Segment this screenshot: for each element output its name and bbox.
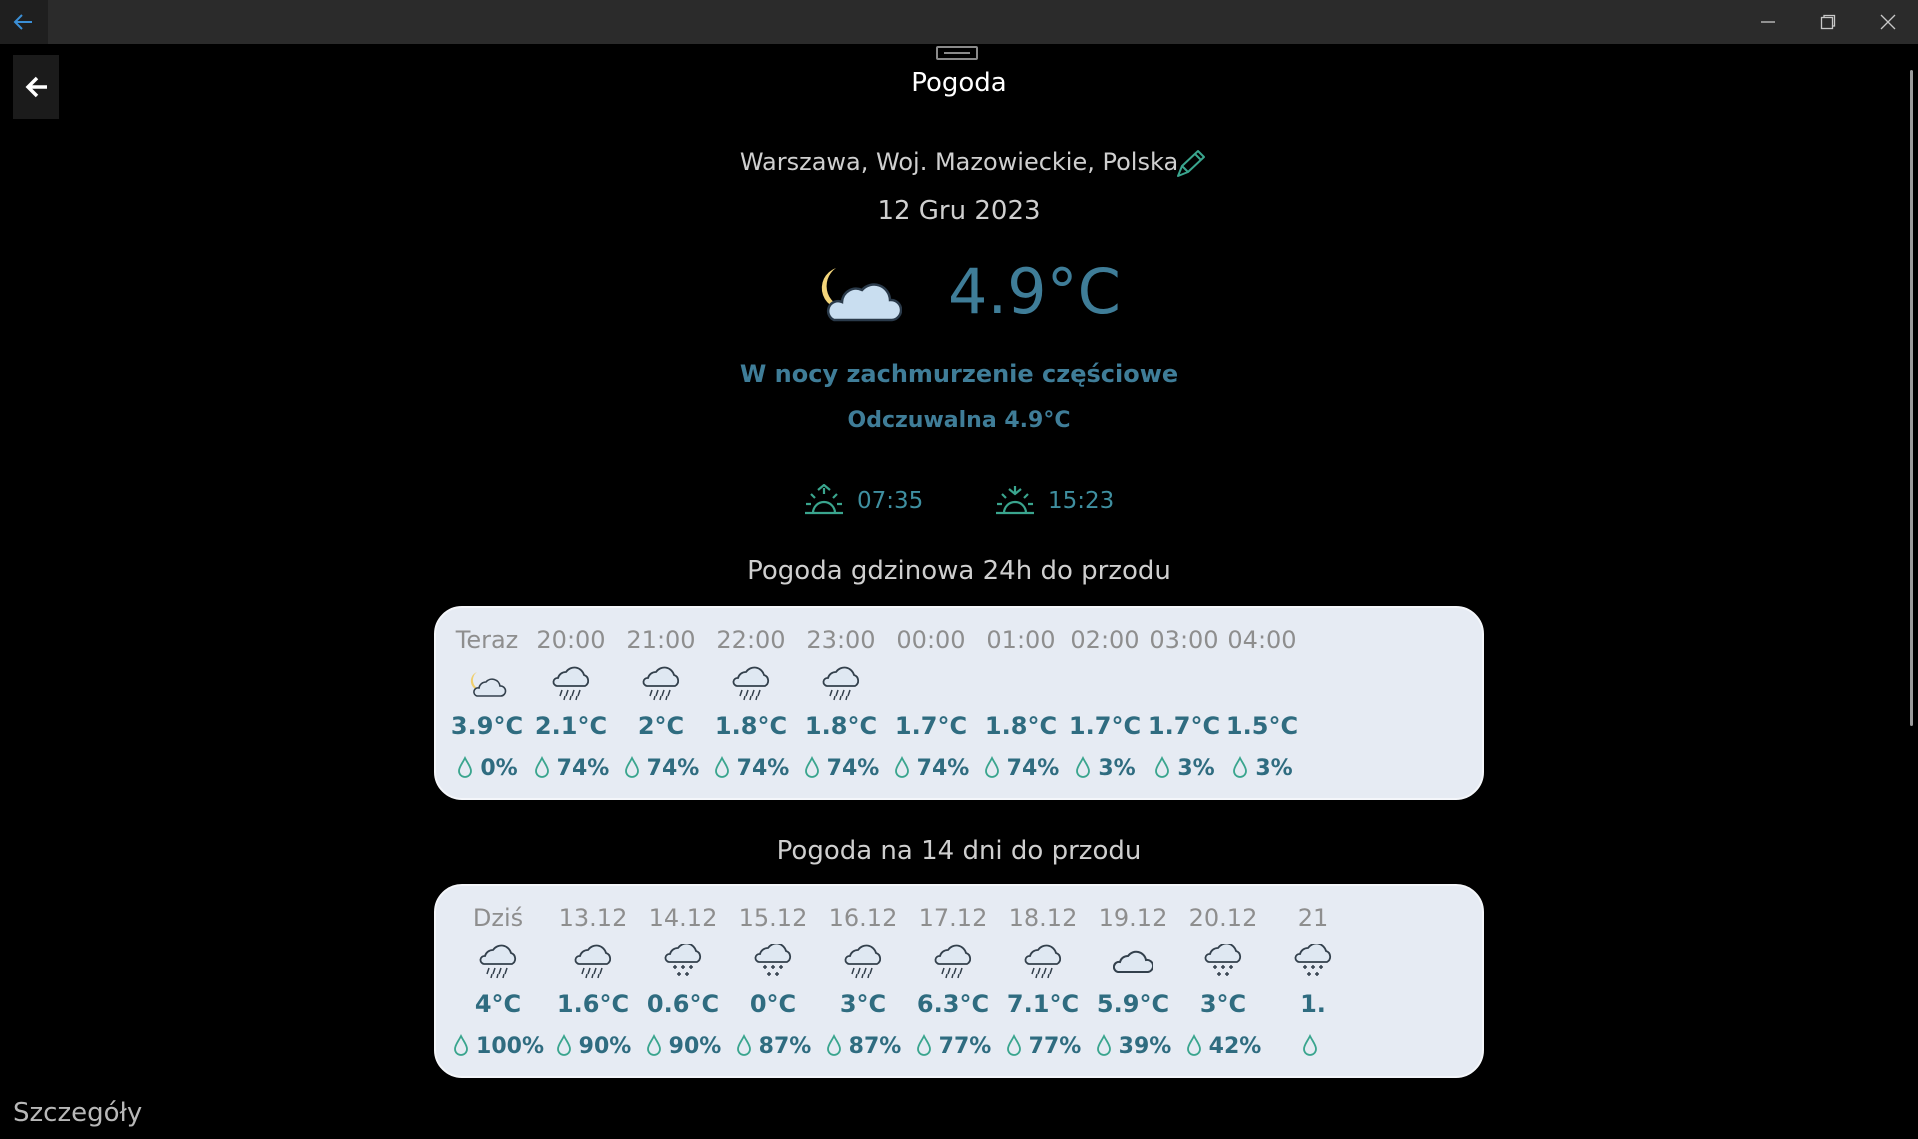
forecast-precipitation: 3% [1207, 756, 1317, 781]
precipitation-value: 0% [480, 756, 518, 781]
forecast-time-label: 04:00 [1227, 626, 1297, 654]
night-partly-cloudy-icon [467, 666, 507, 702]
forecast-precipitation [1258, 1034, 1368, 1059]
raindrop-icon [714, 756, 729, 778]
precipitation-value: 77% [938, 1034, 992, 1059]
raindrop-icon [826, 1034, 841, 1056]
forecast-temperature: 1. [1300, 990, 1326, 1018]
daily-forecast-panel[interactable]: Dziś 4°C 100% 13.12 1.6°C 90% 14.12 0.6°C 90% 15.… [434, 884, 1484, 1078]
raindrop-icon [1155, 756, 1170, 778]
restore-icon [1820, 14, 1836, 30]
precipitation-value: 90% [668, 1034, 722, 1059]
cloud-icon [1112, 944, 1155, 980]
raindrop-icon [458, 756, 473, 778]
rain-icon [821, 666, 861, 702]
empty-weather-icon [1242, 666, 1282, 702]
precipitation-value: 100% [476, 1034, 544, 1059]
precipitation-value: 74% [736, 756, 790, 781]
daily-item: Dziś 4°C 100% [443, 886, 553, 1076]
pencil-icon [1177, 150, 1205, 177]
hourly-title: Pogoda gdzinowa 24h do przodu [747, 556, 1171, 586]
sleet-icon [663, 942, 703, 980]
precipitation-value: 77% [1028, 1034, 1082, 1059]
date-label: 12 Gru 2023 [877, 196, 1041, 226]
raindrop-icon [534, 756, 549, 778]
restore-button[interactable] [1798, 0, 1858, 44]
weather-description: W nocy zachmurzenie częściowe [739, 360, 1179, 388]
raindrop-icon [894, 756, 909, 778]
forecast-time-label: Dziś [472, 904, 524, 932]
close-button[interactable] [1858, 0, 1918, 44]
rain-icon [731, 666, 771, 702]
rain-icon [641, 666, 681, 702]
minimize-button[interactable] [1738, 0, 1798, 44]
precipitation-value: 74% [916, 756, 970, 781]
raindrop-icon [1096, 1034, 1111, 1056]
forecast-temperature: 4°C [474, 990, 522, 1018]
titlebar-back-button[interactable] [0, 0, 48, 44]
rain-icon [933, 944, 973, 980]
edit-location-button[interactable] [1174, 148, 1206, 184]
raindrop-icon [984, 756, 999, 778]
sunset-icon [996, 486, 1034, 515]
raindrop-icon [454, 1034, 468, 1056]
sleet-icon [1293, 942, 1333, 980]
feels-like: Odczuwalna 4.9°C [847, 408, 1071, 433]
precipitation-value: 87% [758, 1034, 812, 1059]
details-label[interactable]: Szczegóły [13, 1098, 142, 1128]
daily-title: Pogoda na 14 dni do przodu [776, 836, 1142, 866]
raindrop-icon [1006, 1034, 1021, 1056]
forecast-temperature: 1.5°C [1225, 712, 1299, 740]
minimize-icon [1761, 21, 1775, 23]
empty-weather-icon [1085, 666, 1125, 702]
rain-icon [551, 666, 591, 702]
rain-icon [843, 944, 883, 980]
forecast-time-label: 21 [1297, 904, 1329, 932]
rain-icon [1023, 944, 1063, 980]
forecast-precipitation: 100% [443, 1034, 553, 1059]
close-icon [1880, 14, 1896, 30]
precipitation-value: 3% [1255, 756, 1293, 781]
raindrop-icon [1303, 1034, 1317, 1056]
hourly-item: 04:00 1.5°C 3% [1207, 608, 1317, 798]
precipitation-value: 42% [1208, 1034, 1262, 1059]
location-label: Warszawa, Woj. Mazowieckie, Polska [739, 148, 1179, 176]
empty-weather-icon [1164, 666, 1204, 702]
empty-weather-icon [911, 666, 951, 702]
night-partly-cloudy-icon [812, 262, 903, 330]
precipitation-value: 74% [646, 756, 700, 781]
page-title: Pogoda [911, 68, 1007, 98]
precipitation-value: 90% [578, 1034, 632, 1059]
empty-weather-icon [1001, 666, 1041, 702]
precipitation-value: 87% [848, 1034, 902, 1059]
title-bar [0, 0, 1918, 44]
hourly-forecast-panel[interactable]: Teraz 3.9°C 0% 20:00 2.1°C 74% 21:00 2°C 74% 22:0… [434, 606, 1484, 800]
raindrop-icon [804, 756, 819, 778]
rain-icon [573, 944, 613, 980]
raindrop-icon [646, 1034, 661, 1056]
raindrop-icon [1233, 756, 1248, 778]
drag-handle[interactable] [936, 46, 978, 60]
sleet-icon [753, 942, 793, 980]
rain-icon [478, 944, 518, 980]
sunrise-time: 07:35 [857, 488, 924, 514]
precipitation-value: 74% [556, 756, 610, 781]
current-temperature: 4.9°C [948, 255, 1121, 328]
raindrop-icon [1076, 756, 1091, 778]
sunrise-icon [805, 484, 843, 515]
raindrop-icon [916, 1034, 931, 1056]
back-arrow-icon [13, 14, 32, 30]
raindrop-icon [624, 756, 639, 778]
daily-item: 21 1. [1258, 886, 1368, 1076]
raindrop-icon [556, 1034, 571, 1056]
raindrop-icon [1186, 1034, 1201, 1056]
raindrop-icon [736, 1034, 751, 1056]
sleet-icon [1203, 942, 1243, 980]
precipitation-value: 39% [1118, 1034, 1172, 1059]
sunset-time: 15:23 [1048, 488, 1115, 514]
precipitation-value: 74% [826, 756, 880, 781]
